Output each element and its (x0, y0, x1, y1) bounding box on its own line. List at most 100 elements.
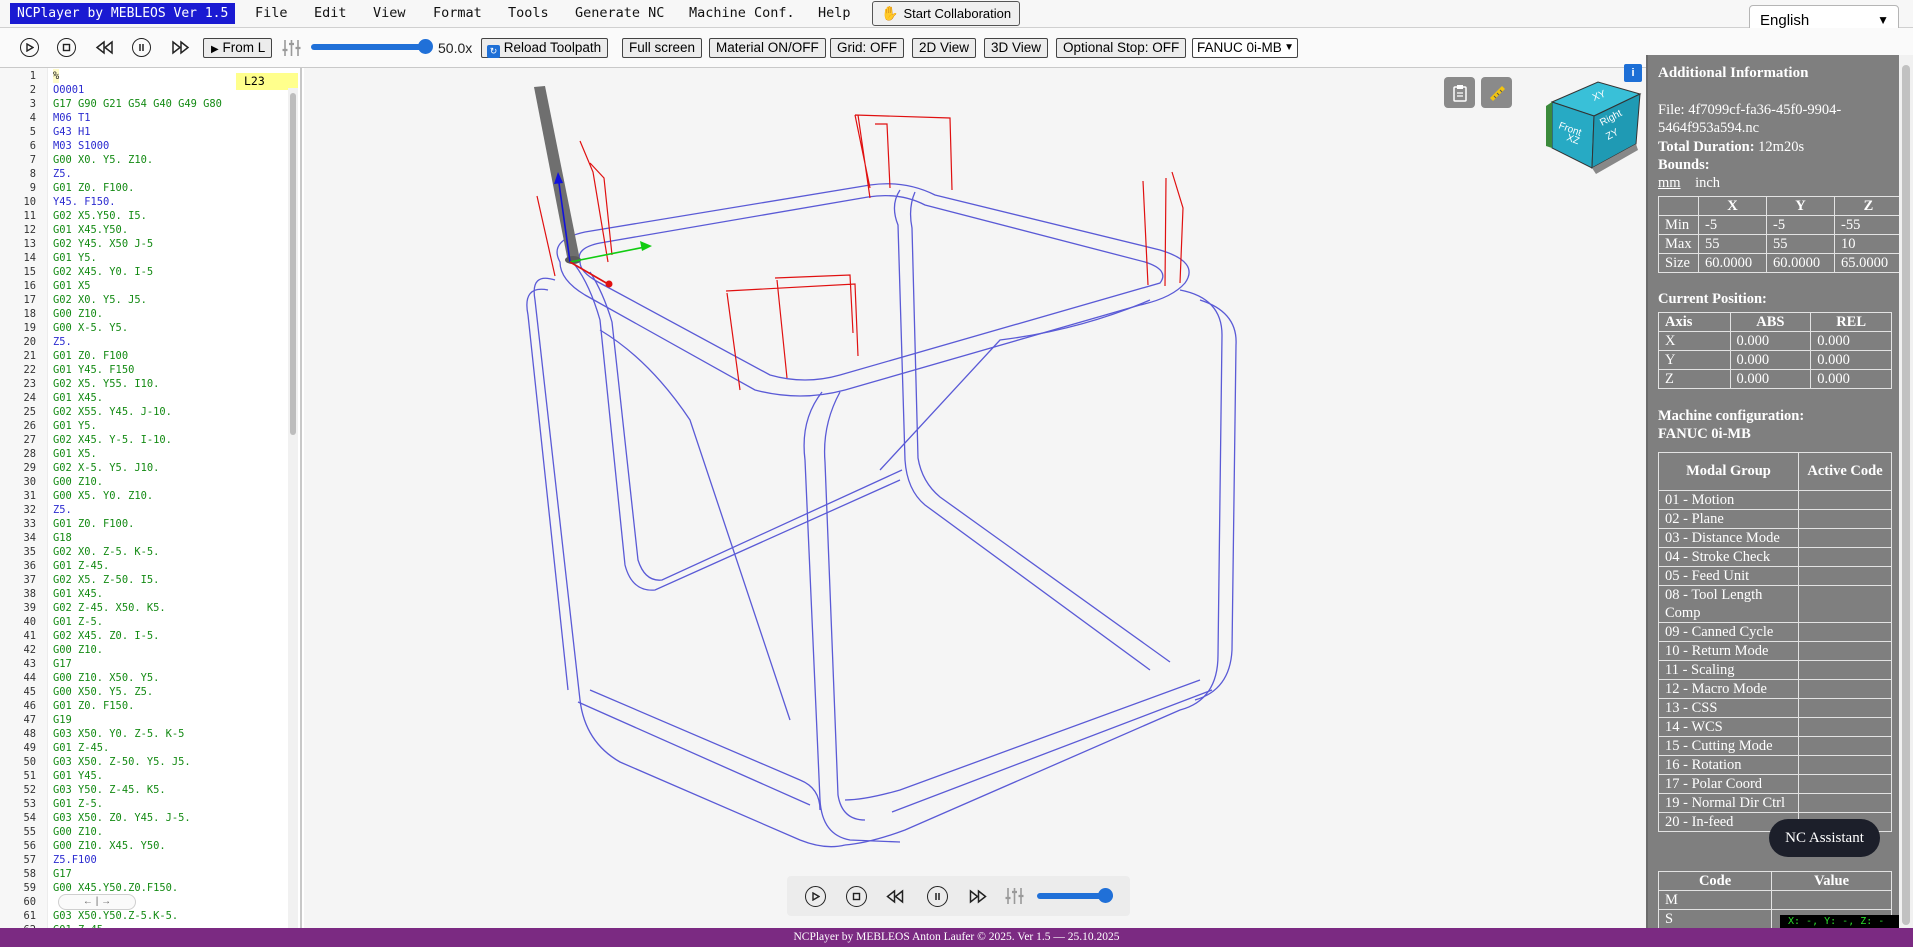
code-line[interactable]: 44 G00 Z10. X50. Y5. (0, 671, 292, 685)
code-line[interactable]: 48 G03 X50. Y0. Z-5. K-5 (0, 727, 292, 741)
code-line[interactable]: 29 G02 X-5. Y5. J10. (0, 461, 292, 475)
info-toggle-button[interactable]: i (1624, 64, 1642, 82)
code-line[interactable]: 24 G01 X45. (0, 391, 292, 405)
speed-slider-thumb[interactable] (418, 39, 433, 54)
reload-toolpath-button[interactable]: ↻ Reload Toolpath (481, 38, 609, 58)
editor-scrollbar[interactable] (288, 88, 298, 928)
code-line[interactable]: 59 G00 X45.Y50.Z0.F150. (0, 881, 292, 895)
code-line[interactable]: 26 G01 Y5. (0, 419, 292, 433)
code-line[interactable]: 10 Y45. F150. (0, 195, 292, 209)
code-line[interactable]: 8 Z5. (0, 167, 292, 181)
nc-assistant-button[interactable]: NC Assistant (1769, 819, 1880, 857)
rewind-icon[interactable] (95, 40, 115, 55)
horizontal-scroll-hint[interactable]: ← | → (58, 894, 136, 910)
material-toggle-button[interactable]: Material ON/OFF (709, 38, 826, 58)
menu-file[interactable]: File (255, 5, 288, 21)
view-cube[interactable]: XY Front XZ Right ZY (1536, 76, 1646, 176)
code-line[interactable]: 18 G00 Z10. (0, 307, 292, 321)
editor-scrollbar-thumb[interactable] (290, 93, 296, 435)
code-line[interactable]: 36 G01 Z-45. (0, 559, 292, 573)
code-line[interactable]: 15 G02 X45. Y0. I-5 (0, 265, 292, 279)
menu-tools[interactable]: Tools (508, 5, 549, 21)
code-line[interactable]: 27 G02 X45. Y-5. I-10. (0, 433, 292, 447)
code-line[interactable]: 6 M03 S1000 (0, 139, 292, 153)
optional-stop-button[interactable]: Optional Stop: OFF (1056, 38, 1187, 58)
code-line[interactable]: 12 G01 X45.Y50. (0, 223, 292, 237)
code-line[interactable]: 55 G00 Z10. (0, 825, 292, 839)
2d-view-button[interactable]: 2D View (912, 38, 977, 58)
code-line[interactable]: 32 Z5. (0, 503, 292, 517)
code-line[interactable]: 50 G03 X50. Z-50. Y5. J5. (0, 755, 292, 769)
code-line[interactable]: 38 G01 X45. (0, 587, 292, 601)
code-line[interactable]: 4 M06 T1 (0, 111, 292, 125)
code-line[interactable]: 25 G02 X55. Y45. J-10. (0, 405, 292, 419)
code-line[interactable]: 41 G02 X45. Z0. I-5. (0, 629, 292, 643)
menu-view[interactable]: View (373, 5, 406, 21)
code-line[interactable]: 39 G02 Z-45. X50. K5. (0, 601, 292, 615)
code-line[interactable]: 47 G19 (0, 713, 292, 727)
speed-slider[interactable] (311, 39, 433, 54)
code-line[interactable]: 11 G02 X5.Y50. I5. (0, 209, 292, 223)
fast-forward-icon[interactable] (170, 40, 190, 55)
menu-machine-conf[interactable]: Machine Conf. (689, 5, 795, 21)
code-line[interactable]: 5 G43 H1 (0, 125, 292, 139)
code-line[interactable]: 51 G01 Y45. (0, 769, 292, 783)
code-line[interactable]: 43 G17 (0, 657, 292, 671)
code-line[interactable]: 22 G01 Y45. F150 (0, 363, 292, 377)
machine-select[interactable]: FANUC 0i-MB ▼ (1192, 38, 1298, 58)
code-line[interactable]: 35 G02 X0. Z-5. K-5. (0, 545, 292, 559)
start-collaboration-button[interactable]: ✋ Start Collaboration (872, 1, 1020, 26)
code-line[interactable]: 9 G01 Z0. F100. (0, 181, 292, 195)
unit-inch-link[interactable]: inch (1695, 175, 1720, 191)
code-line[interactable]: 7 G00 X0. Y5. Z10. (0, 153, 292, 167)
bottom-stop-button[interactable] (846, 886, 867, 907)
code-line[interactable]: 60 (0, 895, 292, 909)
menu-format[interactable]: Format (433, 5, 482, 21)
code-line[interactable]: 53 G01 Z-5. (0, 797, 292, 811)
code-editor[interactable]: 1% 2 O0001 3 G17 G90 G21 G54 G40 G49 G80 4 M06… (0, 68, 302, 928)
code-line[interactable]: 46 G01 Z0. F150. (0, 699, 292, 713)
clipboard-button[interactable] (1444, 77, 1475, 108)
panel-scrollbar[interactable] (1899, 55, 1913, 928)
menu-help[interactable]: Help (818, 5, 851, 21)
code-line[interactable]: 42 G00 Z10. (0, 643, 292, 657)
code-line[interactable]: 21 G01 Z0. F100 (0, 349, 292, 363)
unit-mm-link[interactable]: mm (1658, 175, 1681, 191)
rewind-icon[interactable] (885, 889, 906, 904)
menu-edit[interactable]: Edit (314, 5, 347, 21)
code-line[interactable]: 49 G01 Z-45. (0, 741, 292, 755)
bottom-play-button[interactable] (805, 886, 826, 907)
panel-scrollbar-thumb[interactable] (1902, 65, 1910, 925)
bottom-pause-button[interactable] (927, 886, 948, 907)
equalizer-icon[interactable] (1005, 887, 1024, 905)
bottom-slider-thumb[interactable] (1098, 888, 1113, 903)
bottom-speed-slider[interactable] (1037, 888, 1113, 903)
code-line[interactable]: 58 G17 (0, 867, 292, 881)
code-line[interactable]: 61 G03 X50.Y50.Z-5.K-5. (0, 909, 292, 923)
3d-viewport[interactable]: XY Front XZ Right ZY (304, 68, 1646, 928)
from-line-button[interactable]: ▶ From L (203, 38, 273, 58)
menu-generate-nc[interactable]: Generate NC (575, 5, 664, 21)
play-button[interactable] (20, 38, 39, 57)
code-line[interactable]: 19 G00 X-5. Y5. (0, 321, 292, 335)
fast-forward-icon[interactable] (967, 889, 988, 904)
stop-button[interactable] (57, 38, 76, 57)
code-line[interactable]: 31 G00 X5. Y0. Z10. (0, 489, 292, 503)
code-line[interactable]: 54 G03 X50. Z0. Y45. J-5. (0, 811, 292, 825)
code-line[interactable]: 28 G01 X5. (0, 447, 292, 461)
code-line[interactable]: 14 G01 Y5. (0, 251, 292, 265)
code-line[interactable]: 13 G02 Y45. X50 J-5 (0, 237, 292, 251)
code-line[interactable]: 40 G01 Z-5. (0, 615, 292, 629)
grid-toggle-button[interactable]: Grid: OFF (830, 38, 904, 58)
code-line[interactable]: 45 G00 X50. Y5. Z5. (0, 685, 292, 699)
code-line[interactable]: 57 Z5.F100 (0, 853, 292, 867)
code-line[interactable]: 56 G00 Z10. X45. Y50. (0, 839, 292, 853)
code-line[interactable]: 30 G00 Z10. (0, 475, 292, 489)
measure-button[interactable] (1481, 77, 1512, 108)
code-line[interactable]: 16 G01 X5 (0, 279, 292, 293)
full-screen-button[interactable]: Full screen (622, 38, 703, 58)
code-line[interactable]: 17 G02 X0. Y5. J5. (0, 293, 292, 307)
code-line[interactable]: 33 G01 Z0. F100. (0, 517, 292, 531)
3d-view-button[interactable]: 3D View (984, 38, 1049, 58)
toolpath-scene[interactable] (304, 68, 1646, 928)
